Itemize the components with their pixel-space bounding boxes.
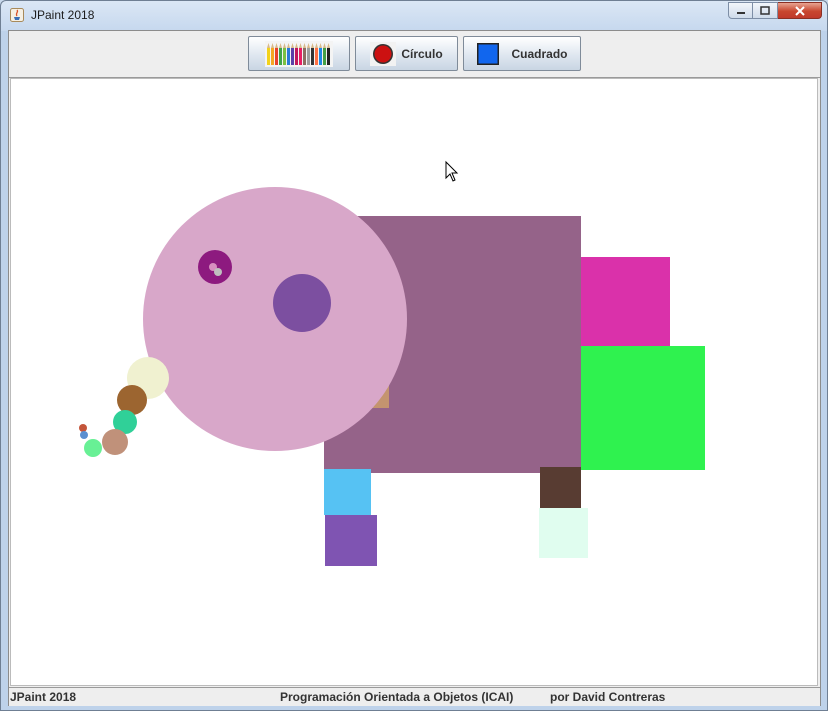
mint-square (539, 508, 588, 558)
window-title: JPaint 2018 (31, 8, 95, 22)
square-tool-label: Cuadrado (511, 46, 568, 61)
dark-brown-square (540, 467, 581, 509)
minimize-button[interactable] (728, 2, 753, 19)
circle-tool-button[interactable]: Círculo (355, 36, 458, 71)
window-controls (728, 2, 822, 19)
light-blue-square (324, 469, 371, 515)
red-dot (79, 424, 87, 432)
head-circle (143, 187, 407, 451)
status-course: Programación Orientada a Objetos (ICAI) (280, 690, 514, 704)
drawing-canvas[interactable] (10, 78, 818, 686)
close-icon (794, 5, 805, 16)
maximize-icon (760, 6, 770, 15)
light-green-circle (84, 439, 102, 457)
close-button[interactable] (778, 2, 822, 19)
title-bar[interactable]: JPaint 2018 (1, 1, 827, 29)
eye-purple-circle (273, 274, 331, 332)
tan-circle (102, 429, 128, 455)
toolbar: Círculo Cuadrado (9, 31, 820, 78)
status-app-name: JPaint 2018 (10, 690, 77, 704)
minimize-icon (736, 11, 745, 14)
client-area: Círculo Cuadrado JPaint 2018 Programació… (8, 30, 821, 706)
blue-square-icon (477, 42, 500, 65)
mouse-pointer-icon (445, 160, 459, 182)
square-tool-button[interactable]: Cuadrado (463, 36, 581, 71)
maximize-button[interactable] (753, 2, 778, 19)
green-square (581, 346, 705, 470)
circle-tool-label: Círculo (401, 46, 443, 61)
red-circle-icon (370, 41, 397, 66)
purple-square (325, 515, 377, 566)
status-author: por David Contreras (550, 690, 666, 704)
blue-dot (80, 431, 88, 439)
eye-gray-dot (214, 268, 222, 276)
drawing-surface (79, 160, 705, 566)
color-picker-button[interactable] (248, 36, 350, 71)
colored-pencils-icon (265, 40, 333, 67)
magenta-square (581, 257, 670, 346)
brown-circle (117, 385, 147, 415)
app-window: JPaint 2018 Círculo Cuadrado JPaint 2018… (0, 0, 828, 711)
status-bar: JPaint 2018 Programación Orientada a Obj… (9, 687, 820, 706)
java-app-icon (10, 8, 24, 22)
